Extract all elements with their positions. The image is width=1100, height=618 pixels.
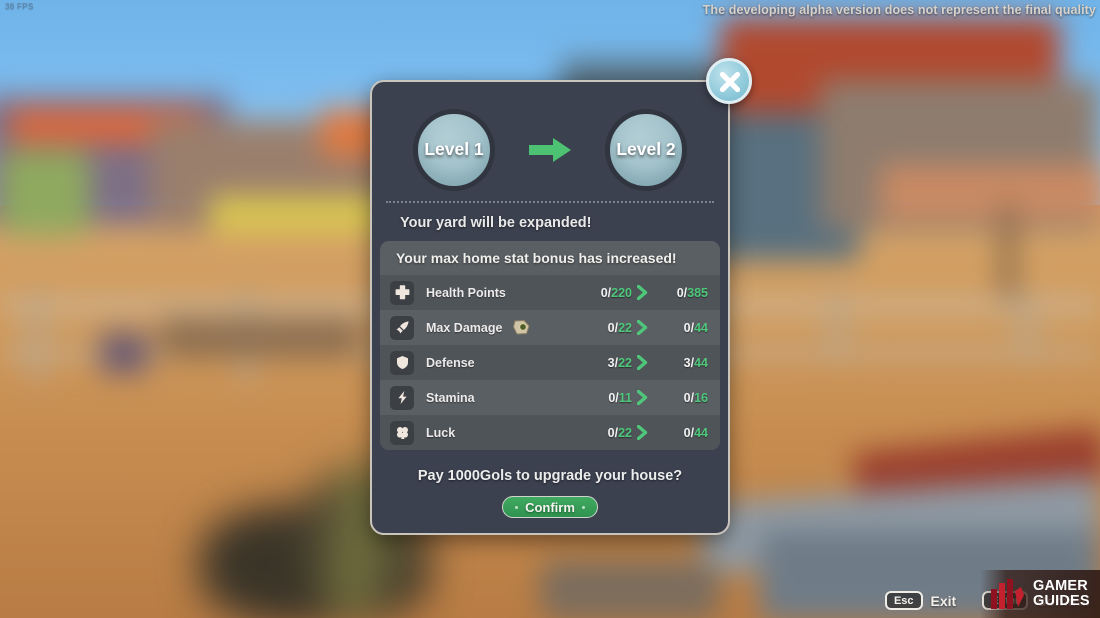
level-to-badge: Level 2 [605, 108, 687, 191]
yard-expansion-message: Your yard will be expanded! [400, 215, 592, 231]
close-button[interactable] [706, 58, 752, 104]
chevron-right-icon [632, 390, 652, 405]
house-upgrade-dialog: Level 1 Level 2 Your yard will be expand… [370, 80, 730, 535]
fps-counter: 38 FPS [5, 2, 34, 11]
table-row: Luck 0/22 0/44 [380, 415, 720, 450]
watermark-line-1: GAMER [1033, 578, 1088, 595]
damage-arrow-icon [390, 315, 414, 340]
alpha-version-notice: The developing alpha version does not re… [702, 3, 1096, 17]
stats-panel-title: Your max home stat bonus has increased! [396, 250, 677, 266]
chevron-right-icon [632, 285, 652, 300]
stat-label: Max Damage [426, 320, 503, 335]
stat-value-before: 0/22 [607, 425, 632, 440]
stat-label: Health Points [426, 285, 506, 300]
table-row: Stamina 0/11 0/16 [380, 380, 720, 415]
hint-exit[interactable]: Esc Exit [884, 591, 957, 610]
health-cross-icon [390, 280, 414, 305]
gamer-guides-watermark: GAMER GUIDES [980, 570, 1100, 618]
confirm-button-label: Confirm [525, 499, 575, 515]
stat-value-after: 0/16 [683, 390, 708, 405]
stat-value-after: 0/44 [683, 425, 708, 440]
stat-label: Stamina [426, 390, 475, 405]
stat-value-after: 0/44 [683, 320, 708, 335]
hint-exit-label: Exit [930, 592, 957, 609]
stats-panel: Your max home stat bonus has increased! … [380, 241, 720, 450]
watermark-text: GAMER GUIDES [1033, 579, 1090, 609]
chevron-right-icon [632, 355, 652, 370]
stat-value-before: 0/11 [608, 390, 632, 405]
level-to-label: Level 2 [616, 139, 676, 159]
watermark-line-2: GUIDES [1033, 593, 1090, 609]
clover-icon [390, 420, 414, 445]
level-from-label: Level 1 [424, 139, 484, 159]
level-from-badge: Level 1 [413, 108, 495, 191]
stat-value-before: 3/22 [607, 355, 632, 370]
table-row: Defense 3/22 3/44 [380, 345, 720, 380]
stat-value-after: 0/385 [676, 285, 708, 300]
payment-prompt: Pay 1000Gols to upgrade your house? [417, 468, 683, 484]
stat-label: Defense [426, 355, 475, 370]
confirm-button[interactable]: Confirm [502, 496, 598, 518]
stat-value-after: 3/44 [683, 355, 708, 370]
gamer-guides-logo-icon [991, 579, 1024, 609]
confirm-dot-left [515, 505, 519, 509]
confirm-button-row: Confirm [372, 484, 728, 518]
shield-icon [390, 350, 414, 375]
keycap-esc: Esc [884, 591, 923, 610]
close-x-icon [719, 71, 741, 93]
level-progression: Level 1 Level 2 [372, 82, 728, 197]
arrow-right-icon [529, 137, 571, 162]
stat-value-before: 0/220 [600, 285, 632, 300]
stat-label: Luck [426, 425, 456, 440]
confirm-dot-right [581, 505, 585, 509]
chevron-right-icon [632, 425, 652, 440]
chevron-right-icon [632, 320, 652, 335]
weapon-item-icon [513, 319, 531, 335]
stat-value-before: 0/22 [607, 320, 632, 335]
lightning-bolt-icon [390, 385, 414, 410]
table-row: Max Damage 0/22 0/44 [380, 310, 720, 345]
table-row: Health Points 0/220 0/385 [380, 275, 720, 310]
